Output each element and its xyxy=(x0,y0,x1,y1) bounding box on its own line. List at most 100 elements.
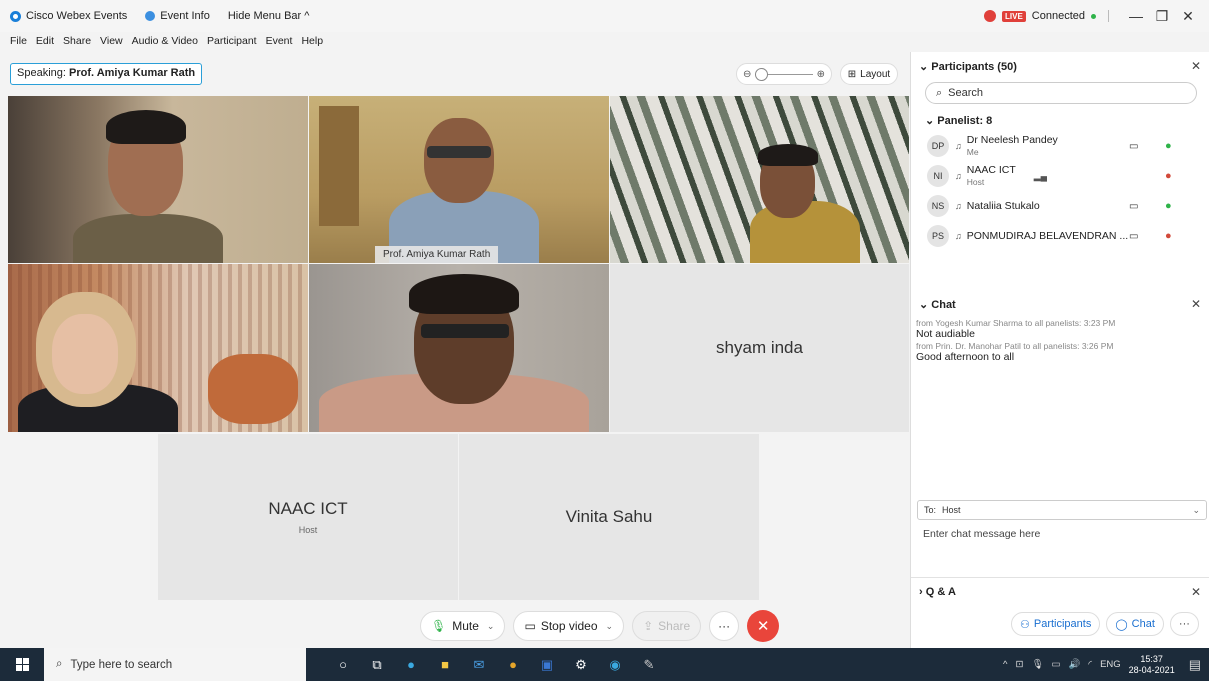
participant-head xyxy=(424,118,494,203)
word-icon[interactable]: ▣ xyxy=(533,654,561,676)
clock[interactable]: 15:37 28-04-2021 xyxy=(1129,654,1175,676)
video-tile-participant-5[interactable] xyxy=(309,264,609,432)
menu-view[interactable]: View xyxy=(100,35,123,47)
mail-icon[interactable]: ✉ xyxy=(465,654,493,676)
zoom-slider[interactable] xyxy=(755,67,813,81)
zoom-out-icon[interactable]: ⊖ xyxy=(743,69,751,80)
menu-participant[interactable]: Participant xyxy=(207,35,257,47)
grid-icon: ⊞ xyxy=(847,68,857,80)
chat-header[interactable]: ⌄ Chat ✕ xyxy=(911,290,1209,318)
paint-icon[interactable]: ✎ xyxy=(635,654,663,676)
video-tile-participant-4[interactable] xyxy=(8,264,308,432)
menu-audio-video[interactable]: Audio & Video xyxy=(132,35,198,47)
stop-video-button[interactable]: ▭ Stop video ⌄ xyxy=(513,611,625,641)
maximize-button[interactable]: ❐ xyxy=(1149,8,1175,25)
speaking-prefix: Speaking: xyxy=(17,67,66,79)
participant-head xyxy=(52,314,118,394)
notification-icon[interactable]: ▤ xyxy=(1189,657,1201,673)
cortana-icon[interactable]: ○ xyxy=(329,654,357,676)
close-icon[interactable]: ✕ xyxy=(1191,297,1201,311)
participants-header[interactable]: ⌄ Participants (50) ✕ xyxy=(911,52,1209,80)
menu-edit[interactable]: Edit xyxy=(36,35,54,47)
menu-file[interactable]: File xyxy=(10,35,27,47)
chevron-down-icon[interactable]: ⌄ xyxy=(919,61,931,73)
meeting-controls: 🎙 Mute ⌄ ▭ Stop video ⌄ ⇪ Share ··· ✕ xyxy=(420,610,780,642)
microphone-icon[interactable]: 🎙 xyxy=(1031,659,1043,670)
video-tile-vinita-sahu[interactable]: Vinita Sahu xyxy=(459,434,759,600)
windows-logo-icon xyxy=(15,658,29,671)
chrome-icon[interactable]: ● xyxy=(499,654,527,676)
chat-panel-button[interactable]: ◯ Chat xyxy=(1106,612,1164,636)
video-tile-shyam-inda[interactable]: shyam inda xyxy=(610,264,909,432)
panelist-group-header[interactable]: ⌄ Panelist: 8 xyxy=(911,108,1209,133)
more-icon: ··· xyxy=(718,619,731,633)
participant-search-input[interactable]: ⌕ Search xyxy=(925,82,1197,104)
info-icon xyxy=(145,11,156,21)
chevron-down-icon[interactable]: ⌄ xyxy=(919,299,931,311)
participant-hair xyxy=(409,274,519,314)
zoom-slider-handle[interactable] xyxy=(755,67,769,81)
volume-icon[interactable]: 🔊 xyxy=(1069,659,1081,670)
chat-message-input[interactable]: Enter chat message here xyxy=(923,528,1040,540)
edge-icon[interactable]: ● xyxy=(397,654,425,676)
taskbar-search-input[interactable]: ⌕ Type here to search xyxy=(44,648,306,681)
participant-row[interactable]: NI ♫ NAAC ICT Host ▂▄ ● xyxy=(911,163,1209,189)
menu-event[interactable]: Event xyxy=(266,35,293,47)
microphone-icon: ● xyxy=(1165,140,1172,152)
hide-menu-bar-button[interactable]: Hide Menu Bar ^ xyxy=(228,10,310,22)
more-options-button[interactable]: ··· xyxy=(709,611,740,641)
participant-row[interactable]: PS ♫ PONMUDIRAJ BELAVENDRAN ... ▭ ● xyxy=(911,223,1209,249)
zoom-in-icon[interactable]: ⊕ xyxy=(817,69,825,80)
taskbar-search-placeholder: Type here to search xyxy=(70,658,173,671)
task-view-icon[interactable]: ⧉ xyxy=(363,654,391,676)
speaking-name: Prof. Amiya Kumar Rath xyxy=(69,67,196,79)
flower-arrangement xyxy=(208,354,298,424)
chat-message-text: Good afternoon to all xyxy=(916,351,1015,363)
chevron-up-icon[interactable]: ^ xyxy=(1003,659,1007,670)
minimize-button[interactable]: — xyxy=(1123,8,1149,24)
menu-help[interactable]: Help xyxy=(301,35,323,47)
share-label: Share xyxy=(658,619,691,633)
chat-button-label: Chat xyxy=(1131,618,1155,630)
participants-title: Participants (50) xyxy=(931,60,1017,73)
language-indicator[interactable]: ENG xyxy=(1100,659,1121,670)
speaking-indicator: Speaking: Prof. Amiya Kumar Rath xyxy=(10,63,203,85)
layout-button[interactable]: ⊞ Layout xyxy=(840,63,898,85)
event-info-button[interactable]: Event Info xyxy=(145,10,210,22)
more-panels-button[interactable]: ··· xyxy=(1169,612,1199,636)
headset-icon: ♫ xyxy=(955,231,962,241)
search-icon: ⌕ xyxy=(56,658,63,670)
chat-recipient-select[interactable]: To: Host ⌄ xyxy=(917,500,1207,520)
menu-bar: File Edit Share View Audio & Video Parti… xyxy=(0,32,332,50)
close-window-button[interactable]: ✕ xyxy=(1175,8,1201,25)
participant-glasses xyxy=(421,324,509,338)
mute-button[interactable]: 🎙 Mute ⌄ xyxy=(420,611,506,641)
video-tile-participant-1[interactable] xyxy=(8,96,308,263)
close-icon[interactable]: ✕ xyxy=(1191,59,1201,73)
video-tile-participant-3[interactable] xyxy=(610,96,909,263)
participant-row[interactable]: NS ♫ Nataliia Stukalo ▭ ● xyxy=(911,193,1209,219)
recording-icon[interactable] xyxy=(984,10,996,22)
participants-panel-button[interactable]: ⚇ Participants xyxy=(1011,612,1101,636)
side-panel: ⌄ Participants (50) ✕ ⌕ Search ⌄ Panelis… xyxy=(910,52,1209,648)
settings-icon[interactable]: ⚙ xyxy=(567,654,595,676)
start-button[interactable] xyxy=(0,648,44,681)
live-badge: LIVE xyxy=(1002,10,1026,22)
clock-date: 28-04-2021 xyxy=(1128,664,1175,675)
qa-header[interactable]: › Q & A ✕ xyxy=(911,578,1209,606)
menu-share[interactable]: Share xyxy=(63,35,91,47)
webex-taskbar-icon[interactable]: ◉ xyxy=(601,654,629,676)
end-call-button[interactable]: ✕ xyxy=(747,610,780,642)
participant-row[interactable]: DP ♫ Dr Neelesh Pandey Me ▭ ● xyxy=(911,133,1209,159)
share-button[interactable]: ⇪ Share xyxy=(632,611,702,641)
wifi-icon[interactable]: ◜ xyxy=(1088,659,1092,670)
file-explorer-icon[interactable]: ■ xyxy=(431,654,459,676)
chevron-down-icon[interactable]: ⌄ xyxy=(487,621,495,632)
battery-icon[interactable]: ▭ xyxy=(1052,659,1061,670)
chevron-right-icon[interactable]: › xyxy=(919,586,926,598)
video-tile-active-speaker[interactable]: Prof. Amiya Kumar Rath xyxy=(309,96,609,263)
network-icon[interactable]: ⊡ xyxy=(1016,659,1024,670)
video-tile-naac-ict[interactable]: NAAC ICT Host xyxy=(158,434,458,600)
chevron-down-icon[interactable]: ⌄ xyxy=(606,621,614,632)
close-icon[interactable]: ✕ xyxy=(1191,585,1201,599)
